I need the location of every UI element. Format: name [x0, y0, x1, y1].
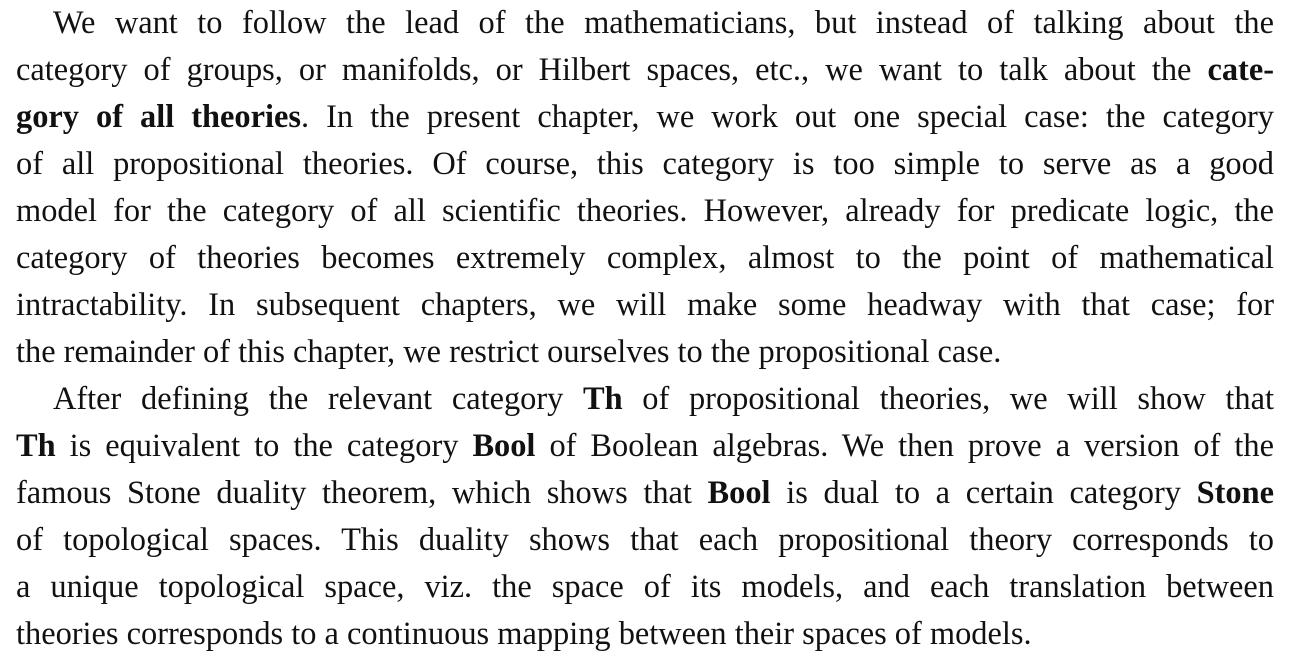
paragraph-2-line-5: a unique topological space, viz. the spa…: [16, 569, 1274, 605]
paragraph-1-line-2: category of groups, or manifolds, or Hil…: [16, 52, 1274, 88]
term-stone: Stone: [1196, 475, 1274, 511]
term-category-of-all-theories: cate-: [1207, 52, 1274, 88]
term-category-of-all-theories: gory of all theories: [16, 99, 301, 135]
paragraph-2-line-2: Th is equivalent to the category Bool of…: [16, 428, 1274, 464]
term-bool: Bool: [707, 475, 771, 511]
paragraph-2-line-3: famous Stone duality theorem, which show…: [16, 475, 1274, 511]
paragraph-1-line-1: We want to follow the lead of the mathem…: [53, 5, 1274, 41]
term-th: Th: [583, 381, 623, 417]
paragraph-2-line-6: theories corresponds to a continuous map…: [16, 616, 1032, 652]
paragraph-1-line-8: the remainder of this chapter, we restri…: [16, 334, 1002, 370]
paragraph-1-line-6: category of theories becomes extremely c…: [16, 240, 1274, 276]
paragraph-2-line-4: of topological spaces. This duality show…: [16, 522, 1274, 558]
term-th: Th: [16, 428, 56, 464]
term-bool: Bool: [472, 428, 536, 464]
paragraph-1-line-3: gory of all theories. In the present cha…: [16, 99, 1274, 135]
paragraph-1-line-5: model for the category of all scientific…: [16, 193, 1274, 229]
paragraph-2-line-1: After defining the relevant category Th …: [53, 381, 1274, 417]
paragraph-1-line-7: intractability. In subsequent chapters, …: [16, 287, 1274, 323]
paragraph-1-line-4: of all propositional theories. Of course…: [16, 146, 1274, 182]
document-page: We want to follow the lead of the mathem…: [0, 0, 1309, 664]
